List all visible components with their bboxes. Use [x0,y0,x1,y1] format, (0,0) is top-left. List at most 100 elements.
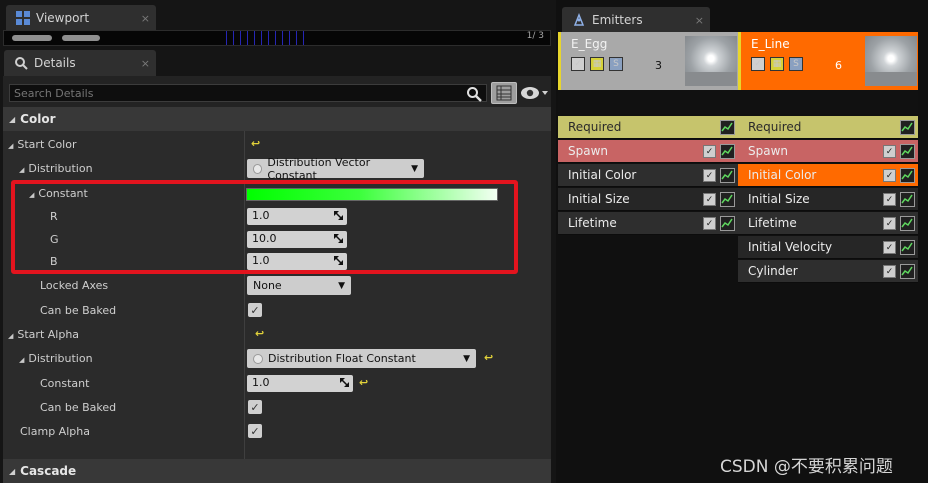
s-icon[interactable]: S [789,57,803,71]
module-row[interactable]: Initial Size ✓ [558,188,738,211]
expand-icon: ◢ [19,166,25,174]
prop-can-be-baked: Can be Baked ✓ [3,299,551,323]
prop-label: ◢ Start Color [8,138,76,151]
distribution-alpha-dropdown[interactable]: Distribution Float Constant ▼ [247,349,476,368]
curve-editor-icon[interactable] [720,216,735,231]
curve-editor-icon[interactable] [720,144,735,159]
module-label: Required [568,120,622,134]
circle-icon [253,353,263,364]
module-enable-checkbox[interactable]: ✓ [883,193,896,206]
dropdown-value: None [253,279,282,292]
module-row[interactable]: Initial Color ✓ [558,164,738,187]
module-row[interactable]: Cylinder ✓ [738,260,918,283]
circle-icon [253,163,263,174]
emitter-header[interactable]: E_Egg ✓ ▦ S 3 [558,32,738,90]
emitter-icon [573,13,585,26]
distribution-dropdown[interactable]: Distribution Vector Constant ▼ [247,156,424,182]
viewport-toolbar-pill[interactable] [62,35,100,41]
curve-editor-icon[interactable] [900,240,915,255]
reset-to-default-icon[interactable]: ↩ [255,327,264,340]
close-icon[interactable]: × [141,12,150,25]
expand-icon: ◢ [8,142,14,150]
module-row[interactable]: Required [738,116,918,139]
module-enable-checkbox[interactable]: ✓ [883,145,896,158]
prop-label-text: Locked Axes [40,279,109,292]
drag-arrow-icon[interactable] [339,377,350,388]
reset-to-default-icon[interactable]: ↩ [251,137,260,150]
curve-editor-icon[interactable] [720,192,735,207]
module-label: Initial Size [748,192,810,206]
module-enable-checkbox[interactable]: ✓ [703,193,716,206]
section-cascade[interactable]: ◢ Cascade [3,459,551,483]
can-be-baked-alpha-checkbox[interactable]: ✓ [248,400,262,414]
module-row[interactable]: Lifetime ✓ [558,212,738,235]
solo-icon[interactable]: ▦ [770,57,784,71]
module-row[interactable]: Lifetime ✓ [738,212,918,235]
module-enable-checkbox[interactable]: ✓ [883,169,896,182]
prop-distribution-alpha: ◢ Distribution Distribution Float Constan… [3,347,551,371]
section-title: Color [20,112,56,126]
module-row[interactable]: Spawn ✓ [738,140,918,163]
tab-details[interactable]: Details × [4,50,156,76]
prop-clamp-alpha: Clamp Alpha ✓ [3,420,551,444]
close-icon[interactable]: × [695,14,704,27]
curve-editor-icon[interactable] [900,264,915,279]
section-color[interactable]: ◢ Color [3,107,551,131]
chevron-down-icon: ▼ [463,353,470,364]
viewport-toolbar-pill[interactable] [12,35,52,41]
reset-to-default-icon[interactable]: ↩ [484,351,493,364]
module-enable-checkbox[interactable]: ✓ [883,265,896,278]
curve-editor-icon[interactable] [900,144,915,159]
tab-emitters[interactable]: Emitters × [562,7,710,33]
clamp-alpha-checkbox[interactable]: ✓ [248,424,262,438]
emitter-header[interactable]: E_Line ✓ ▦ S 6 [738,32,918,90]
can-be-baked-checkbox[interactable]: ✓ [248,303,262,317]
check-icon: ✓ [250,400,260,414]
search-input[interactable] [9,84,487,102]
tab-viewport[interactable]: Viewport × [6,5,156,31]
emitter-toggle-icons: ✓ ▦ S [751,57,803,71]
locked-axes-dropdown[interactable]: None ▼ [247,276,351,295]
curve-editor-icon[interactable] [900,192,915,207]
module-enable-checkbox[interactable]: ✓ [883,217,896,230]
prop-label-text: Distribution [28,162,93,175]
checkbox-icon[interactable]: ✓ [751,57,765,71]
module-enable-checkbox[interactable]: ✓ [703,169,716,182]
solo-icon[interactable]: ▦ [590,57,604,71]
module-enable-checkbox[interactable]: ✓ [703,217,716,230]
reset-to-default-icon[interactable]: ↩ [359,376,368,389]
search-icon[interactable] [466,86,482,102]
module-label: Cylinder [748,264,798,278]
watermark: CSDN @不要积累问题 [720,457,893,477]
module-row[interactable]: Required [558,116,738,139]
emitter-particle-count: 6 [835,59,842,72]
s-icon[interactable]: S [609,57,623,71]
module-enable-checkbox[interactable]: ✓ [703,145,716,158]
prop-label-text: Start Alpha [17,328,80,341]
left-column: Viewport × 1/ 3 Details × Search Details… [0,0,556,483]
module-enable-checkbox[interactable]: ✓ [883,241,896,254]
section-title: Cascade [20,464,77,478]
close-icon[interactable]: × [141,57,150,70]
viewport-icon [16,11,30,25]
curve-editor-icon[interactable] [720,120,735,135]
eye-icon[interactable] [520,85,550,101]
constant-alpha-field[interactable]: 1.0 [247,375,353,392]
module-row[interactable]: Spawn ✓ [558,140,738,163]
particle-lines-preview [226,31,308,45]
curve-editor-icon[interactable] [900,168,915,183]
module-row[interactable]: Initial Color ✓ [738,164,918,187]
checkbox-icon[interactable]: ✓ [571,57,585,71]
viewport-preview[interactable]: 1/ 3 [3,30,551,46]
prop-label-text: Clamp Alpha [20,425,90,438]
emitter-name: E_Egg [571,37,608,51]
module-row[interactable]: Initial Size ✓ [738,188,918,211]
expand-icon: ◢ [9,466,16,476]
module-label: Required [748,120,802,134]
module-row[interactable]: Initial Velocity ✓ [738,236,918,259]
curve-editor-icon[interactable] [900,120,915,135]
property-matrix-button[interactable] [491,82,517,104]
curve-editor-icon[interactable] [900,216,915,231]
curve-editor-icon[interactable] [720,168,735,183]
search-row [6,82,548,104]
